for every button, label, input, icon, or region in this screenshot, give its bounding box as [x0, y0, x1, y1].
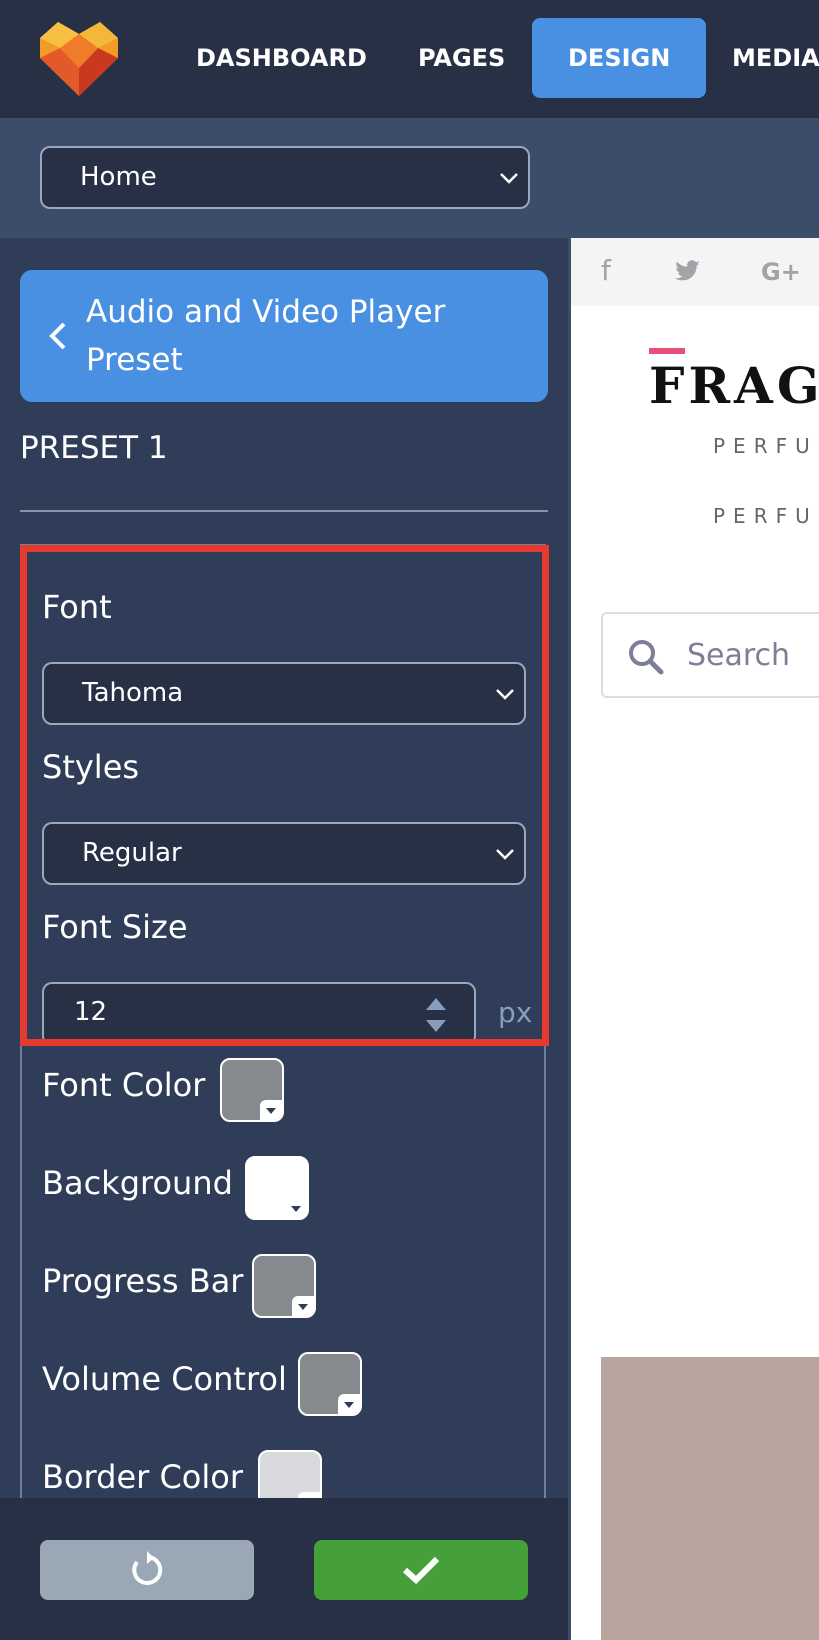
nav-design[interactable]: DESIGN — [532, 18, 707, 98]
preview-search-box[interactable]: Search — [601, 612, 819, 698]
search-icon — [629, 640, 664, 675]
divider — [20, 510, 548, 512]
social-bar: f G+ — [571, 238, 819, 306]
border-color-swatch[interactable] — [258, 1450, 322, 1498]
nav-media[interactable]: MEDIA L — [732, 18, 819, 98]
preview-image — [601, 1357, 819, 1640]
nav-dashboard[interactable]: DASHBOARD — [196, 18, 367, 98]
logo-accent — [649, 348, 685, 354]
caret-down-icon — [292, 1296, 314, 1316]
caret-down-icon — [260, 1100, 282, 1120]
back-button[interactable]: Audio and Video Player Preset — [20, 270, 548, 402]
confirm-button[interactable] — [314, 1540, 528, 1600]
tagline-primary: PERFU — [713, 434, 818, 458]
caret-down-icon — [285, 1198, 307, 1218]
background-swatch[interactable] — [245, 1156, 309, 1220]
progress-bar-label: Progress Bar — [42, 1262, 244, 1300]
top-navigation: DASHBOARD PAGES DESIGN MEDIA L — [0, 0, 819, 118]
back-button-label: Audio and Video Player Preset — [86, 294, 446, 378]
font-color-label: Font Color — [42, 1066, 206, 1104]
preset-title: PRESET 1 — [20, 430, 168, 466]
volume-control-label: Volume Control — [42, 1360, 287, 1398]
background-label: Background — [42, 1164, 233, 1202]
reset-icon — [132, 1551, 163, 1585]
page-select[interactable]: Home — [40, 146, 530, 209]
border-color-label: Border Color — [42, 1458, 243, 1496]
twitter-icon[interactable] — [675, 254, 701, 282]
google-plus-icon[interactable]: G+ — [761, 258, 801, 286]
nav-pages[interactable]: PAGES — [418, 18, 505, 98]
reset-button[interactable] — [40, 1540, 254, 1600]
volume-control-swatch[interactable] — [298, 1352, 362, 1416]
tagline-secondary: PERFU — [713, 504, 818, 528]
font-color-swatch[interactable] — [220, 1058, 284, 1122]
website-preview: f G+ FRAG PERFU PERFU Search — [571, 238, 819, 1640]
progress-bar-swatch[interactable] — [252, 1254, 316, 1318]
highlight-box — [20, 545, 549, 1046]
chevron-left-icon — [49, 322, 66, 350]
page-selector-bar: Home — [0, 118, 819, 238]
action-bar — [0, 1498, 568, 1640]
search-placeholder: Search — [687, 638, 791, 673]
logo-icon[interactable] — [38, 18, 120, 98]
page-select-value: Home — [80, 162, 157, 192]
site-logo: FRAG — [649, 356, 819, 415]
chevron-down-icon — [500, 172, 518, 184]
caret-down-icon — [338, 1394, 360, 1414]
check-icon — [402, 1556, 440, 1585]
facebook-icon[interactable]: f — [601, 254, 611, 287]
